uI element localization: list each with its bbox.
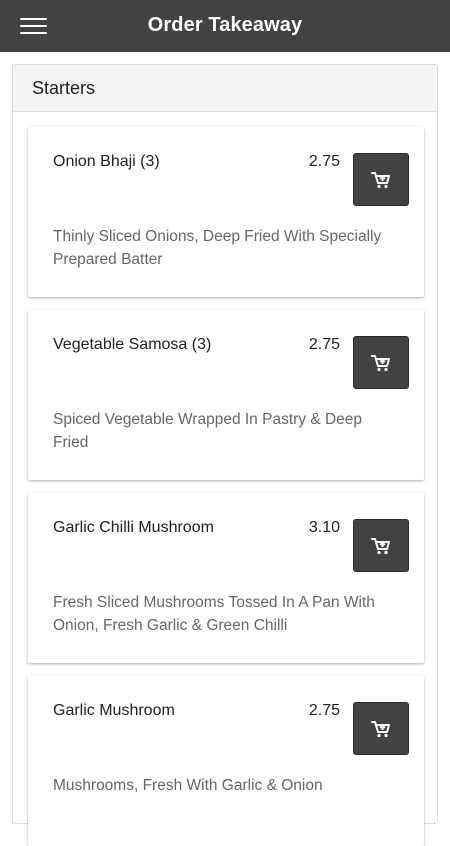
item-name: Vegetable Samosa (3)	[53, 336, 212, 353]
app-bar: Order Takeaway	[0, 0, 450, 52]
add-to-cart-icon	[371, 354, 390, 371]
item-name: Garlic Mushroom	[53, 702, 175, 719]
menu-item-card[interactable]: Garlic Mushroom 2.75 Mushrooms, Fresh Wi…	[28, 676, 424, 846]
add-to-cart-icon	[371, 720, 390, 737]
section-title: Starters	[13, 65, 437, 112]
add-to-cart-button[interactable]	[353, 153, 409, 206]
item-description: Fresh Sliced Mushrooms Tossed In A Pan W…	[53, 594, 375, 634]
item-price: 2.75	[308, 336, 340, 353]
item-description: Mushrooms, Fresh With Garlic & Onion	[53, 777, 323, 794]
item-description: Spiced Vegetable Wrapped In Pastry & Dee…	[53, 411, 363, 451]
add-to-cart-icon	[371, 537, 390, 554]
starters-panel: Starters Onion Bhaji (3) 2.75 Thinly Sli…	[12, 64, 438, 846]
item-price: 3.10	[308, 519, 340, 536]
menu-item-card[interactable]: Onion Bhaji (3) 2.75 Thinly Sliced Onion…	[28, 127, 424, 297]
item-price: 2.75	[308, 702, 340, 719]
item-description: Thinly Sliced Onions, Deep Fried With Sp…	[53, 228, 382, 268]
add-to-cart-button[interactable]	[353, 519, 409, 572]
menu-item-card[interactable]: Garlic Chilli Mushroom 3.10 Fresh Sliced…	[28, 493, 424, 663]
menu-item-card[interactable]: Vegetable Samosa (3) 2.75 Spiced Vegetab…	[28, 310, 424, 480]
add-to-cart-button[interactable]	[353, 336, 409, 389]
item-name: Onion Bhaji (3)	[53, 153, 160, 170]
add-to-cart-icon	[371, 171, 390, 188]
page-title: Order Takeaway	[147, 14, 303, 36]
item-name: Garlic Chilli Mushroom	[53, 519, 214, 536]
add-to-cart-button[interactable]	[353, 702, 409, 755]
item-price: 2.75	[308, 153, 340, 170]
